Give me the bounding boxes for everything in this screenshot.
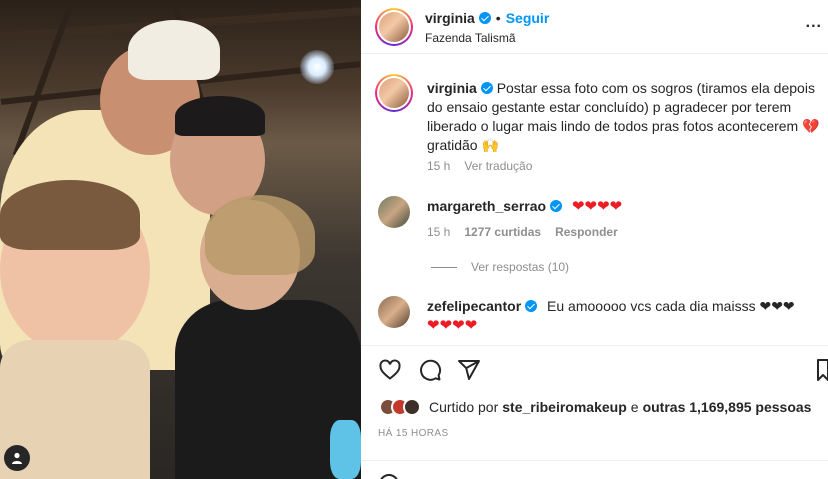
comment: margareth_serrao ❤❤❤❤ xyxy=(427,197,825,216)
comment-text: ❤❤❤❤ xyxy=(571,198,623,215)
user-tag-icon[interactable] xyxy=(4,445,30,471)
comment: zefelipecantor Eu amooooo vcs cada dia m… xyxy=(427,297,825,335)
replies-divider xyxy=(431,266,457,268)
bookmark-icon[interactable] xyxy=(816,358,828,382)
likes-prefix: Curtido por xyxy=(429,399,499,415)
verified-icon xyxy=(525,300,538,312)
comment-text-hearts: ❤❤❤❤ xyxy=(427,317,478,334)
post-location[interactable]: Fazenda Talismã xyxy=(425,31,516,45)
caption-meta: 15 h Ver tradução xyxy=(427,159,546,173)
comment-input-bar xyxy=(361,460,828,479)
comment-text: Eu amooooo vcs cada dia maisss ❤❤❤ xyxy=(547,298,795,314)
author-username[interactable]: virginia xyxy=(425,10,475,26)
likes-summary: Curtido por ste_ribeiromakeup e outras 1… xyxy=(379,396,811,418)
instagram-post: virginia • Seguir Fazenda Talismã ... virg… xyxy=(0,0,828,479)
caption-time: 15 h xyxy=(427,159,451,173)
likes-middle: e xyxy=(630,399,639,415)
post-photo[interactable] xyxy=(0,0,361,479)
commenter-avatar[interactable] xyxy=(378,196,410,228)
likes-count[interactable]: outras 1,169,895 pessoas xyxy=(643,399,812,415)
caption: virginia Postar essa foto com os sogros … xyxy=(427,79,825,155)
separator-dot: • xyxy=(495,10,501,26)
post-header: virginia • Seguir Fazenda Talismã ... xyxy=(361,0,828,54)
liker-avatar xyxy=(403,398,421,416)
comment-username[interactable]: zefelipecantor xyxy=(427,298,521,314)
more-options-icon[interactable]: ... xyxy=(806,14,822,32)
comment-likes[interactable]: 1277 curtidas xyxy=(464,225,541,239)
reply-button[interactable]: Responder xyxy=(555,225,618,239)
ceiling-light xyxy=(300,50,334,84)
caption-username[interactable]: virginia xyxy=(427,80,477,96)
follow-button[interactable]: Seguir xyxy=(506,10,550,26)
comment-time: 15 h xyxy=(427,225,451,239)
post-timestamp: HÁ 15 HORAS xyxy=(378,428,449,439)
share-icon[interactable] xyxy=(457,358,481,382)
verified-icon xyxy=(478,12,491,24)
liker-username[interactable]: ste_ribeiromakeup xyxy=(502,399,627,415)
translate-button[interactable]: Ver tradução xyxy=(464,159,532,173)
verified-icon xyxy=(550,200,563,212)
post-details-panel: virginia • Seguir Fazenda Talismã ... virg… xyxy=(361,0,828,479)
caption-avatar[interactable] xyxy=(375,74,413,112)
commenter-avatar[interactable] xyxy=(378,296,410,328)
heart-icon[interactable] xyxy=(378,358,402,382)
emoji-icon[interactable] xyxy=(379,474,399,479)
author-avatar[interactable] xyxy=(375,8,413,46)
comment-username[interactable]: margareth_serrao xyxy=(427,198,546,214)
verified-icon xyxy=(480,82,493,94)
liker-avatars xyxy=(379,398,421,416)
action-bar xyxy=(361,345,828,389)
comment-icon[interactable] xyxy=(418,358,442,382)
comment-meta: 15 h 1277 curtidas Responder xyxy=(427,225,632,239)
view-replies-button[interactable]: Ver respostas (10) xyxy=(431,260,569,274)
view-replies-label: Ver respostas (10) xyxy=(471,260,570,274)
